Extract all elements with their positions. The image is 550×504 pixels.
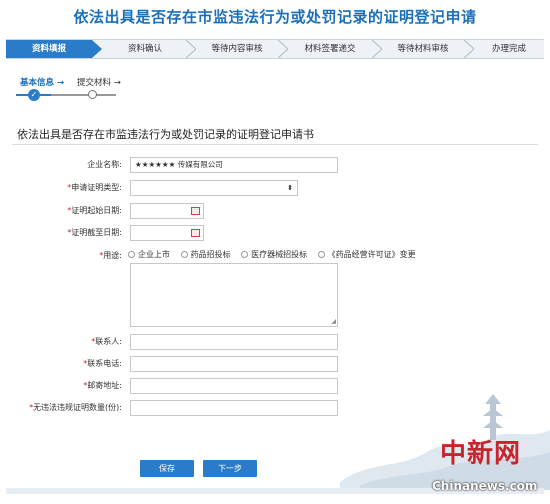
row-cert-type: *申请证明类型: ⬍ bbox=[0, 180, 550, 198]
purpose-option-device-bid[interactable]: 医疗器械招投标 bbox=[241, 250, 307, 259]
divider bbox=[12, 144, 538, 145]
page-title: 依法出具是否存在市监违法行为或处罚记录的证明登记申请 bbox=[73, 8, 477, 26]
row-end-date: *证明截至日期: bbox=[0, 225, 550, 243]
radio-icon[interactable] bbox=[317, 251, 325, 258]
pending-step-icon bbox=[88, 90, 97, 99]
chevron-right-icon bbox=[92, 40, 102, 58]
calendar-icon[interactable] bbox=[191, 229, 200, 237]
cert-type-select[interactable]: ⬍ bbox=[130, 180, 298, 196]
purpose-options: 企业上市 药品招投标 医疗器械招投标 《药品经营许可证》变更 bbox=[128, 249, 424, 260]
purpose-option-drug-bid[interactable]: 药品招投标 bbox=[180, 250, 231, 259]
chinanews-logo-watermark: 中新网 bbox=[440, 439, 522, 469]
end-date-input[interactable] bbox=[130, 225, 204, 241]
address-input[interactable] bbox=[130, 378, 338, 394]
contact-label: *联系人: bbox=[91, 337, 122, 346]
step-data-confirm: 资料确认 bbox=[127, 44, 162, 54]
purpose-textarea[interactable]: ◢ bbox=[130, 263, 338, 327]
copies-label: *无违法违规证明数量(份): bbox=[29, 403, 122, 412]
purpose-option-ipo[interactable]: 企业上市 bbox=[128, 250, 170, 259]
chevron-right-icon bbox=[186, 40, 196, 58]
radio-icon[interactable] bbox=[128, 251, 135, 258]
step-sign-submit: 材料签署递交 bbox=[304, 44, 356, 54]
phone-label: *联系电话: bbox=[83, 359, 122, 368]
site-watermark: Chinanews.com bbox=[432, 479, 538, 493]
row-start-date: *证明起始日期: bbox=[0, 203, 550, 221]
chevron-right-icon bbox=[372, 40, 382, 58]
cert-type-label: *申请证明类型: bbox=[67, 183, 122, 192]
phone-input[interactable] bbox=[130, 356, 338, 372]
step-content-review: 等待内容审核 bbox=[211, 44, 263, 54]
company-name-field[interactable]: ★★★★★★ 传媒有限公司 bbox=[130, 157, 338, 173]
purpose-option-license-change[interactable]: 《药品经营许可证》变更 bbox=[317, 250, 416, 259]
row-company: 企业名称: ★★★★★★ 传媒有限公司 bbox=[0, 157, 550, 175]
start-date-input[interactable] bbox=[130, 203, 204, 219]
company-label: 企业名称: bbox=[87, 160, 122, 169]
contact-name-input[interactable] bbox=[130, 334, 338, 350]
row-contact: *联系人: bbox=[0, 334, 550, 352]
calendar-icon[interactable] bbox=[191, 207, 200, 215]
chevron-right-icon bbox=[464, 40, 474, 58]
radio-icon[interactable] bbox=[241, 251, 249, 258]
copies-input[interactable] bbox=[130, 400, 338, 416]
select-arrows-icon: ⬍ bbox=[287, 184, 293, 192]
check-icon: ✓ bbox=[28, 89, 40, 101]
chevron-right-icon bbox=[278, 40, 288, 58]
substep-basic-info[interactable]: 基本信息 → bbox=[20, 76, 64, 88]
next-step-button[interactable]: 下一步 bbox=[203, 460, 257, 477]
radio-icon[interactable] bbox=[180, 251, 188, 258]
step-material-review: 等待材料审核 bbox=[397, 44, 449, 54]
form-title: 依法出具是否存在市监违法行为或处罚记录的证明登记申请书 bbox=[17, 128, 314, 141]
resize-handle-icon[interactable]: ◢ bbox=[331, 318, 336, 325]
address-label: *邮寄地址: bbox=[83, 381, 122, 390]
save-button[interactable]: 保存 bbox=[140, 460, 194, 477]
row-phone: *联系电话: bbox=[0, 356, 550, 374]
step-complete: 办理完成 bbox=[491, 44, 526, 54]
start-date-label: *证明起始日期: bbox=[67, 206, 122, 215]
step-data-entry: 资料填报 bbox=[6, 40, 92, 58]
progress-steps: 资料填报 资料确认 等待内容审核 材料签署递交 等待材料审核 办理完成 bbox=[6, 39, 544, 59]
purpose-label: *用途: bbox=[99, 251, 122, 260]
substep-submit-materials[interactable]: 提交材料 → bbox=[77, 76, 121, 88]
end-date-label: *证明截至日期: bbox=[67, 228, 122, 237]
